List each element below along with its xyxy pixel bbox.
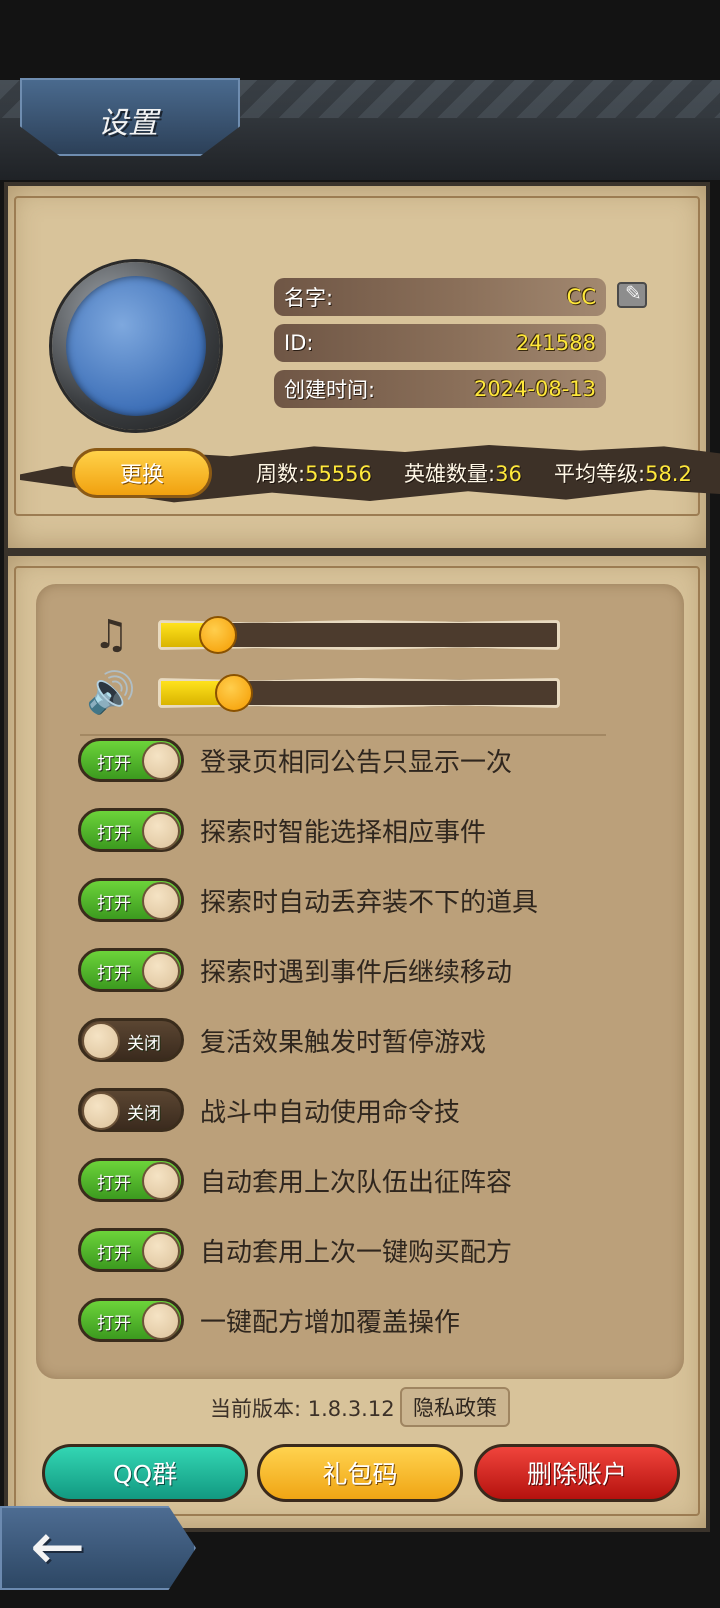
weeks-stat: 周数:55556 xyxy=(256,458,372,488)
setting-toggle[interactable]: 关闭 xyxy=(78,1088,184,1132)
created-value: 2024-08-13 xyxy=(473,377,596,401)
id-label: ID: xyxy=(284,331,314,355)
setting-label: 复活效果触发时暂停游戏 xyxy=(200,1028,487,1058)
divider xyxy=(80,734,606,736)
privacy-policy-button[interactable]: 隐私政策 xyxy=(400,1387,510,1427)
qq-group-button[interactable]: QQ群 xyxy=(42,1444,248,1502)
setting-label: 战斗中自动使用命令技 xyxy=(200,1098,461,1128)
heroes-label: 英雄数量: xyxy=(404,462,496,486)
setting-label: 登录页相同公告只显示一次 xyxy=(200,748,513,778)
toggle-knob xyxy=(142,1302,180,1340)
avg-level-stat: 平均等级:58.2 xyxy=(554,458,692,488)
setting-toggle[interactable]: 打开 xyxy=(78,1298,184,1342)
setting-toggle[interactable]: 打开 xyxy=(78,878,184,922)
setting-row: 关闭 复活效果触发时暂停游戏 xyxy=(78,1018,618,1062)
avg-level-label: 平均等级: xyxy=(554,462,646,486)
name-label: 名字: xyxy=(284,286,334,310)
status-bar xyxy=(0,0,720,80)
setting-toggle[interactable]: 打开 xyxy=(78,948,184,992)
toggle-knob xyxy=(142,742,180,780)
toggle-knob xyxy=(82,1092,120,1130)
setting-row: 打开 登录页相同公告只显示一次 xyxy=(78,738,618,782)
id-row: ID: 241588 xyxy=(274,324,606,362)
gift-code-button[interactable]: 礼包码 xyxy=(257,1444,463,1502)
setting-label: 探索时遇到事件后继续移动 xyxy=(200,958,513,988)
toggle-state-text: 打开 xyxy=(97,1244,131,1264)
back-arrow-icon: ← xyxy=(30,1508,86,1585)
weeks-value: 55556 xyxy=(305,462,372,486)
setting-toggle[interactable]: 打开 xyxy=(78,808,184,852)
setting-row: 关闭 战斗中自动使用命令技 xyxy=(78,1088,618,1132)
heroes-stat: 英雄数量:36 xyxy=(404,458,522,488)
setting-toggle[interactable]: 关闭 xyxy=(78,1018,184,1062)
created-row: 创建时间: 2024-08-13 xyxy=(274,370,606,408)
setting-toggle[interactable]: 打开 xyxy=(78,738,184,782)
setting-label: 探索时智能选择相应事件 xyxy=(200,818,487,848)
toggle-state-text: 打开 xyxy=(97,754,131,774)
weeks-label: 周数: xyxy=(256,462,306,486)
music-note-icon: ♫ xyxy=(93,612,129,658)
setting-label: 探索时自动丢弃装不下的道具 xyxy=(200,888,539,918)
id-value: 241588 xyxy=(515,331,596,355)
page-title: 设置 xyxy=(98,106,158,141)
toggle-knob xyxy=(142,1162,180,1200)
sound-slider-thumb[interactable] xyxy=(215,674,253,712)
music-slider-thumb[interactable] xyxy=(199,616,237,654)
toggle-state-text: 关闭 xyxy=(127,1104,161,1124)
toggle-state-text: 打开 xyxy=(97,894,131,914)
toggle-state-text: 打开 xyxy=(97,1174,131,1194)
avg-level-value: 58.2 xyxy=(645,462,692,486)
toggle-state-text: 打开 xyxy=(97,824,131,844)
delete-account-button[interactable]: 删除账户 xyxy=(474,1444,680,1502)
toggle-state-text: 打开 xyxy=(97,964,131,984)
toggle-knob xyxy=(142,952,180,990)
edit-icon[interactable] xyxy=(617,281,647,308)
setting-label: 自动套用上次队伍出征阵容 xyxy=(200,1168,513,1198)
created-label: 创建时间: xyxy=(284,378,376,402)
heroes-value: 36 xyxy=(495,462,522,486)
setting-row: 打开 探索时智能选择相应事件 xyxy=(78,808,618,852)
avatar[interactable] xyxy=(66,276,206,416)
setting-row: 打开 探索时自动丢弃装不下的道具 xyxy=(78,878,618,922)
toggle-knob xyxy=(142,882,180,920)
setting-label: 自动套用上次一键购买配方 xyxy=(200,1238,513,1268)
setting-row: 打开 一键配方增加覆盖操作 xyxy=(78,1298,618,1342)
setting-row: 打开 探索时遇到事件后继续移动 xyxy=(78,948,618,992)
setting-toggle[interactable]: 打开 xyxy=(78,1158,184,1202)
setting-row: 打开 自动套用上次一键购买配方 xyxy=(78,1228,618,1272)
name-row: 名字: CC xyxy=(274,278,606,316)
speaker-icon: 🔊 xyxy=(86,670,136,716)
toggle-knob xyxy=(82,1022,120,1060)
toggle-knob xyxy=(142,812,180,850)
change-avatar-button[interactable]: 更换 xyxy=(72,448,212,498)
setting-toggle[interactable]: 打开 xyxy=(78,1228,184,1272)
setting-label: 一键配方增加覆盖操作 xyxy=(200,1308,461,1338)
toggle-state-text: 打开 xyxy=(97,1314,131,1334)
setting-row: 打开 自动套用上次队伍出征阵容 xyxy=(78,1158,618,1202)
version-text: 当前版本: 1.8.3.12 xyxy=(210,1397,395,1421)
name-value: CC xyxy=(566,285,596,309)
toggle-state-text: 关闭 xyxy=(127,1034,161,1054)
toggle-knob xyxy=(142,1232,180,1270)
